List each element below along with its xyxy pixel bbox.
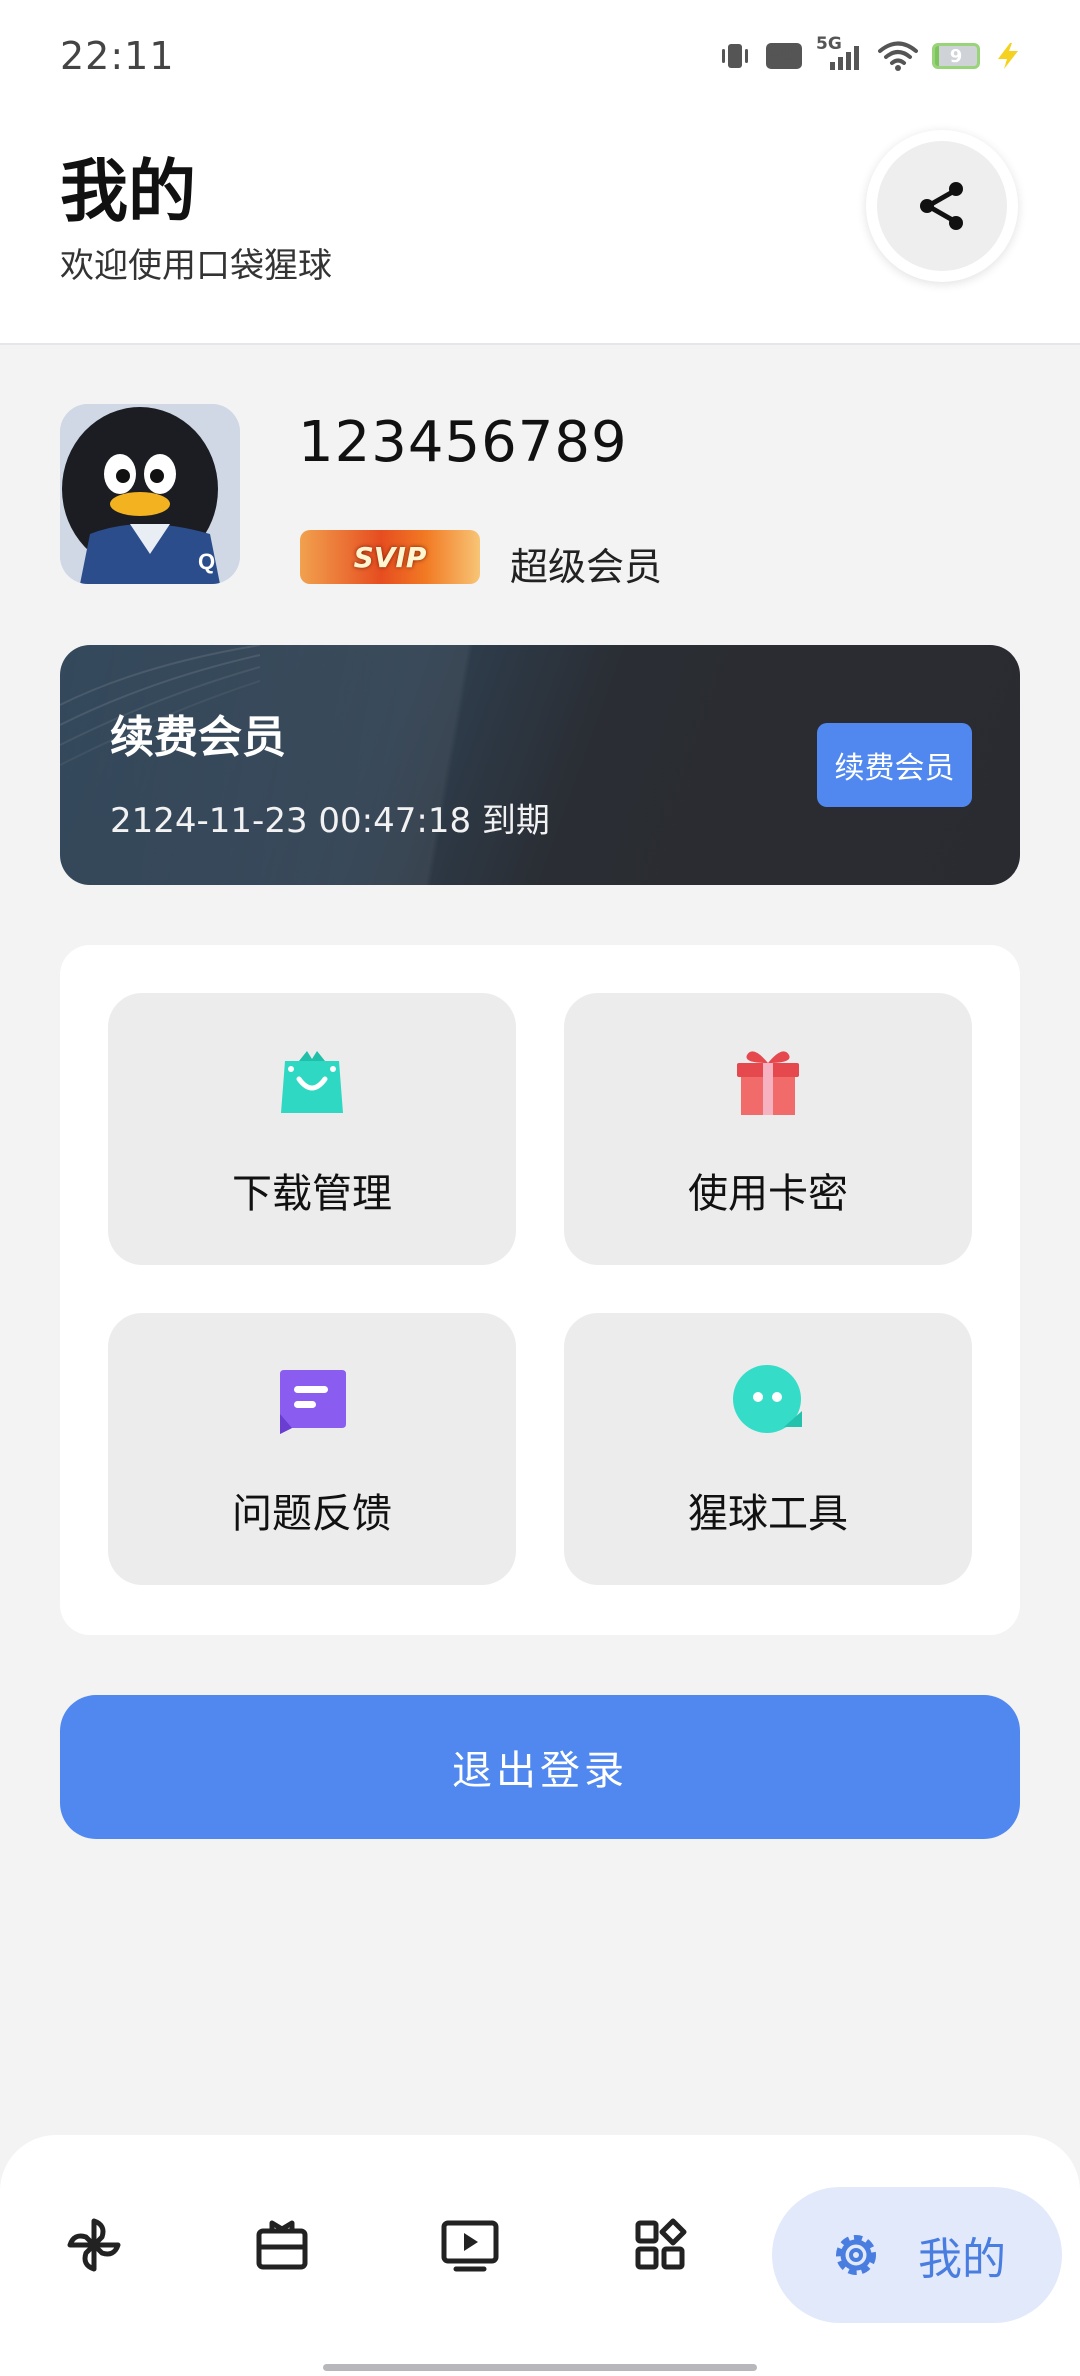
battery-icon: 9 — [932, 43, 980, 69]
svg-text:Q: Q — [198, 549, 215, 574]
share-icon — [920, 182, 963, 230]
nav-apps[interactable] — [610, 2195, 710, 2295]
renew-title: 续费会员 — [110, 712, 286, 763]
share-button[interactable] — [866, 130, 1018, 282]
message-icon — [272, 1361, 352, 1441]
tool-feedback[interactable]: 问题反馈 — [108, 1313, 516, 1585]
tool-label: 猩球工具 — [688, 1491, 848, 1537]
video-play-icon — [441, 2220, 499, 2272]
gear-icon — [836, 2235, 876, 2275]
expire-date: 2124-11-23 00:47:18 到期 — [110, 801, 550, 841]
nav-home[interactable] — [44, 2195, 144, 2295]
wifi-icon — [878, 40, 918, 72]
signal-icon: 5G — [816, 34, 864, 74]
battery-level: 9 — [949, 45, 963, 67]
tool-use-card-key[interactable]: 使用卡密 — [564, 993, 972, 1265]
tools-card: 下载管理 使用卡密 问题反馈 猩球工具 — [60, 945, 1020, 1635]
bottom-nav: 我的 — [0, 2135, 1080, 2376]
nav-video[interactable] — [420, 2195, 520, 2295]
renew-card: 续费会员 2124-11-23 00:47:18 到期 续费会员 — [60, 645, 1020, 885]
apps-icon — [635, 2218, 687, 2270]
tool-label: 使用卡密 — [688, 1171, 848, 1217]
gift-icon — [728, 1041, 808, 1121]
nav-mine[interactable]: 我的 — [772, 2187, 1062, 2323]
member-level: 超级会员 — [510, 545, 663, 589]
network-label: 5G — [816, 34, 842, 54]
hd-icon: HD — [765, 43, 802, 69]
ticket-icon — [256, 2220, 308, 2270]
page-title: 我的 — [60, 153, 197, 232]
svip-badge: SVIP — [300, 530, 480, 584]
chat-bubble-icon — [728, 1361, 808, 1441]
tool-label: 下载管理 — [232, 1171, 392, 1217]
status-time: 22:11 — [60, 34, 175, 78]
logout-button[interactable]: 退出登录 — [60, 1695, 1020, 1839]
shopping-bag-icon — [272, 1041, 352, 1121]
avatar[interactable]: Q — [60, 404, 240, 584]
renew-button[interactable]: 续费会员 — [817, 723, 972, 807]
nav-tickets[interactable] — [232, 2195, 332, 2295]
tool-label: 问题反馈 — [232, 1491, 392, 1537]
vibrate-icon — [718, 39, 752, 73]
pinwheel-icon — [67, 2218, 121, 2272]
user-id: 123456789 — [298, 410, 628, 475]
tool-download-manager[interactable]: 下载管理 — [108, 993, 516, 1265]
page-subtitle: 欢迎使用口袋猩球 — [60, 246, 332, 286]
share-button-inner — [877, 141, 1007, 271]
status-icons: HD 5G 9 — [718, 34, 1022, 74]
home-indicator[interactable] — [323, 2364, 757, 2371]
charging-icon — [994, 41, 1022, 71]
tool-xingqiu-tools[interactable]: 猩球工具 — [564, 1313, 972, 1585]
nav-mine-label: 我的 — [918, 2234, 1006, 2285]
header: 22:11 HD 5G 9 我的 欢迎使用口袋猩球 — [0, 0, 1080, 345]
